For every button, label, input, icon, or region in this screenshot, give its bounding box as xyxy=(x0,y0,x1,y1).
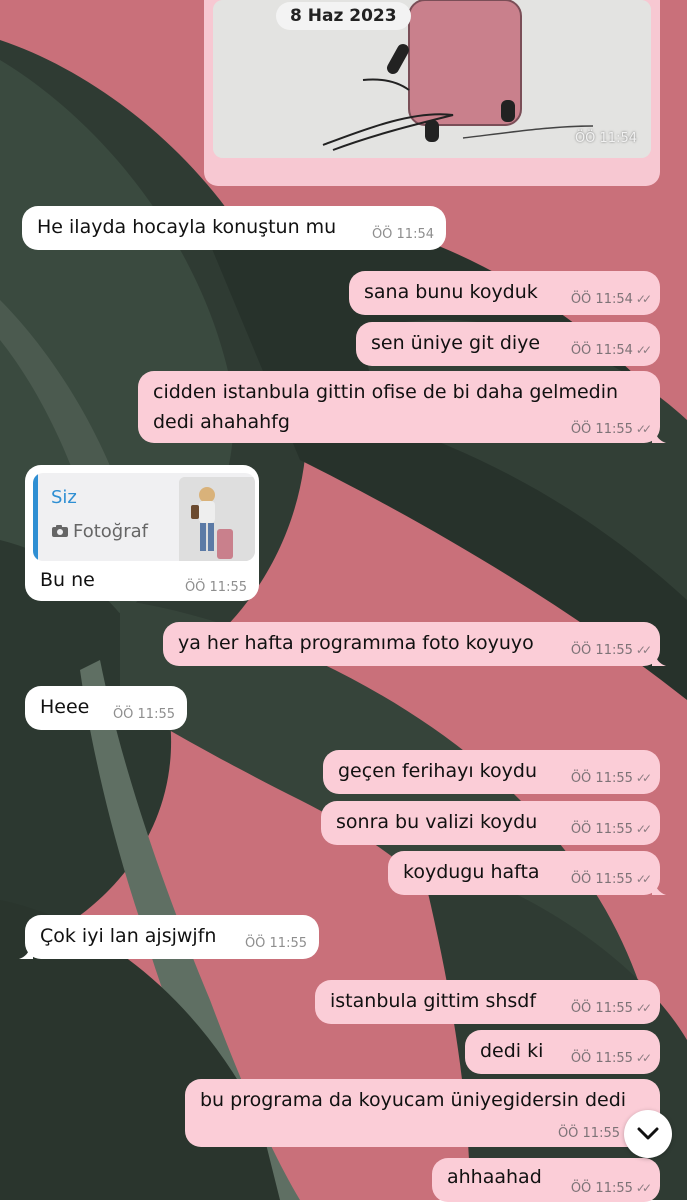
message-text: ya her hafta programıma foto koyuyo xyxy=(178,632,534,654)
message-time: ÖÖ 11:55 xyxy=(570,643,633,658)
message-time-row: ÖÖ 11:54 ✓✓ xyxy=(570,292,652,307)
message-time: ÖÖ 11:55 xyxy=(570,1051,633,1066)
message-bubble-outgoing[interactable]: bu programa da koyucam üniyegidersin ded… xyxy=(185,1079,660,1147)
message-time-row: ÖÖ 11:55 ✓✓ xyxy=(570,1001,652,1016)
message-text-line: cidden istanbula gittin ofise de bi daha… xyxy=(153,381,619,403)
message-text: bu programa da koyucam üniyegidersin ded… xyxy=(200,1089,627,1111)
read-receipt-icon: ✓✓ xyxy=(635,771,652,785)
quoted-photo-thumbnail xyxy=(179,477,255,561)
message-text-line: dedi ahahahfg xyxy=(153,411,290,433)
message-time: ÖÖ 11:55 xyxy=(244,936,307,951)
message-time-row: ÖÖ 11:55 ✓✓ xyxy=(570,1181,652,1196)
message-bubble-outgoing[interactable]: koydugu hafta ÖÖ 11:55 ✓✓ xyxy=(388,851,666,895)
message-time: ÖÖ 11:54 xyxy=(371,227,434,242)
message-text: sen üniye git diye xyxy=(371,332,541,354)
quoted-message[interactable]: Siz Fotoğraf xyxy=(33,473,255,561)
message-bubble-outgoing[interactable]: ahhaahad ÖÖ 11:55 ✓✓ xyxy=(432,1158,660,1202)
quoted-type: Fotoğraf xyxy=(73,521,148,542)
quoted-type-row: Fotoğraf xyxy=(51,521,148,542)
message-time: ÖÖ 11:54 xyxy=(570,343,633,358)
message-time: ÖÖ 11:55 xyxy=(570,1001,633,1016)
message-time-row: ÖÖ 11:55 ✓✓ xyxy=(570,872,652,887)
message-time: ÖÖ 11:54 xyxy=(574,131,637,146)
message-time: ÖÖ 11:55 xyxy=(570,822,633,837)
message-time: ÖÖ 11:55 xyxy=(112,707,175,722)
quote-accent-bar xyxy=(33,473,38,561)
message-time: ÖÖ 11:55 xyxy=(557,1126,620,1141)
bubble-tail xyxy=(652,652,666,666)
message-text: geçen ferihayı koydu xyxy=(338,760,537,782)
message-text: Bu ne xyxy=(40,569,95,591)
message-text: ahhaahad xyxy=(447,1166,542,1188)
message-time: ÖÖ 11:55 xyxy=(570,771,633,786)
message-bubble-outgoing[interactable]: ya her hafta programıma foto koyuyo ÖÖ 1… xyxy=(163,622,666,666)
message-bubble-outgoing[interactable]: istanbula gittim shsdf ÖÖ 11:55 ✓✓ xyxy=(315,980,660,1024)
bubble-tail xyxy=(19,945,33,959)
message-time: ÖÖ 11:54 xyxy=(570,292,633,307)
message-text: dedi ki xyxy=(480,1040,544,1062)
bubble-tail xyxy=(652,881,666,895)
message-text: sana bunu koyduk xyxy=(364,281,538,303)
message-bubble-outgoing[interactable]: cidden istanbula gittin ofise de bi daha… xyxy=(138,371,666,443)
date-separator: 8 Haz 2023 xyxy=(276,2,411,30)
scroll-to-bottom-button[interactable] xyxy=(624,1110,672,1158)
message-bubble-outgoing[interactable]: sen üniye git diye ÖÖ 11:54 ✓✓ xyxy=(356,322,660,366)
read-receipt-icon: ✓✓ xyxy=(635,422,652,436)
photo-message[interactable]: ÖÖ 11:54 xyxy=(204,0,660,186)
message-text: istanbula gittim shsdf xyxy=(330,990,537,1012)
message-time-row: ÖÖ 11:55 ✓✓ xyxy=(570,1051,652,1066)
read-receipt-icon: ✓✓ xyxy=(635,1001,652,1015)
message-text: sonra bu valizi koydu xyxy=(336,811,538,833)
chevron-down-icon xyxy=(637,1127,659,1140)
message-time-row: ÖÖ 11:55 ✓✓ xyxy=(570,822,652,837)
message-bubble-incoming[interactable]: He ilayda hocayla konuştun mu ÖÖ 11:54 xyxy=(22,206,446,250)
read-receipt-icon: ✓✓ xyxy=(635,643,652,657)
message-time: ÖÖ 11:55 xyxy=(570,872,633,887)
message-time-row: ÖÖ 11:55 ✓✓ xyxy=(570,422,652,437)
read-receipt-icon: ✓✓ xyxy=(635,872,652,886)
message-text: koydugu hafta xyxy=(403,861,540,883)
message-bubble-incoming[interactable]: Çok iyi lan ajsjwjfn ÖÖ 11:55 xyxy=(19,915,319,959)
camera-icon xyxy=(52,525,68,537)
message-time-row: ÖÖ 11:55 ✓✓ xyxy=(570,643,652,658)
message-time: ÖÖ 11:55 xyxy=(570,422,633,437)
read-receipt-icon: ✓✓ xyxy=(635,343,652,357)
message-bubble-outgoing[interactable]: dedi ki ÖÖ 11:55 ✓✓ xyxy=(465,1030,660,1074)
message-text: Çok iyi lan ajsjwjfn xyxy=(40,925,217,947)
read-receipt-icon: ✓✓ xyxy=(635,822,652,836)
message-time-row: ÖÖ 11:54 ✓✓ xyxy=(570,343,652,358)
read-receipt-icon: ✓✓ xyxy=(635,1051,652,1065)
chat-thread: ÖÖ 11:54 8 Haz 2023 He ilayda hocayla ko… xyxy=(0,0,687,1202)
message-text: Heee xyxy=(40,696,90,718)
quoted-sender: Siz xyxy=(51,487,77,508)
message-time-row: ÖÖ 11:55 ✓✓ xyxy=(570,771,652,786)
read-receipt-icon: ✓✓ xyxy=(635,1181,652,1195)
message-bubble-incoming[interactable]: Heee ÖÖ 11:55 xyxy=(25,686,187,730)
message-bubble-incoming-reply[interactable]: Siz Fotoğraf Bu ne ÖÖ 11:55 xyxy=(25,465,259,601)
message-bubble-outgoing[interactable]: sonra bu valizi koydu ÖÖ 11:55 ✓✓ xyxy=(321,801,660,845)
message-bubble-outgoing[interactable]: sana bunu koyduk ÖÖ 11:54 ✓✓ xyxy=(349,271,660,315)
message-bubble-outgoing[interactable]: geçen ferihayı koydu ÖÖ 11:55 ✓✓ xyxy=(323,750,660,794)
message-time: ÖÖ 11:55 xyxy=(570,1181,633,1196)
bubble-tail xyxy=(652,429,666,443)
message-time-row: ÖÖ 11:55 xyxy=(558,1126,620,1141)
message-time: ÖÖ 11:55 xyxy=(184,580,247,595)
read-receipt-icon: ✓✓ xyxy=(635,292,652,306)
message-text: He ilayda hocayla konuştun mu xyxy=(37,216,337,238)
